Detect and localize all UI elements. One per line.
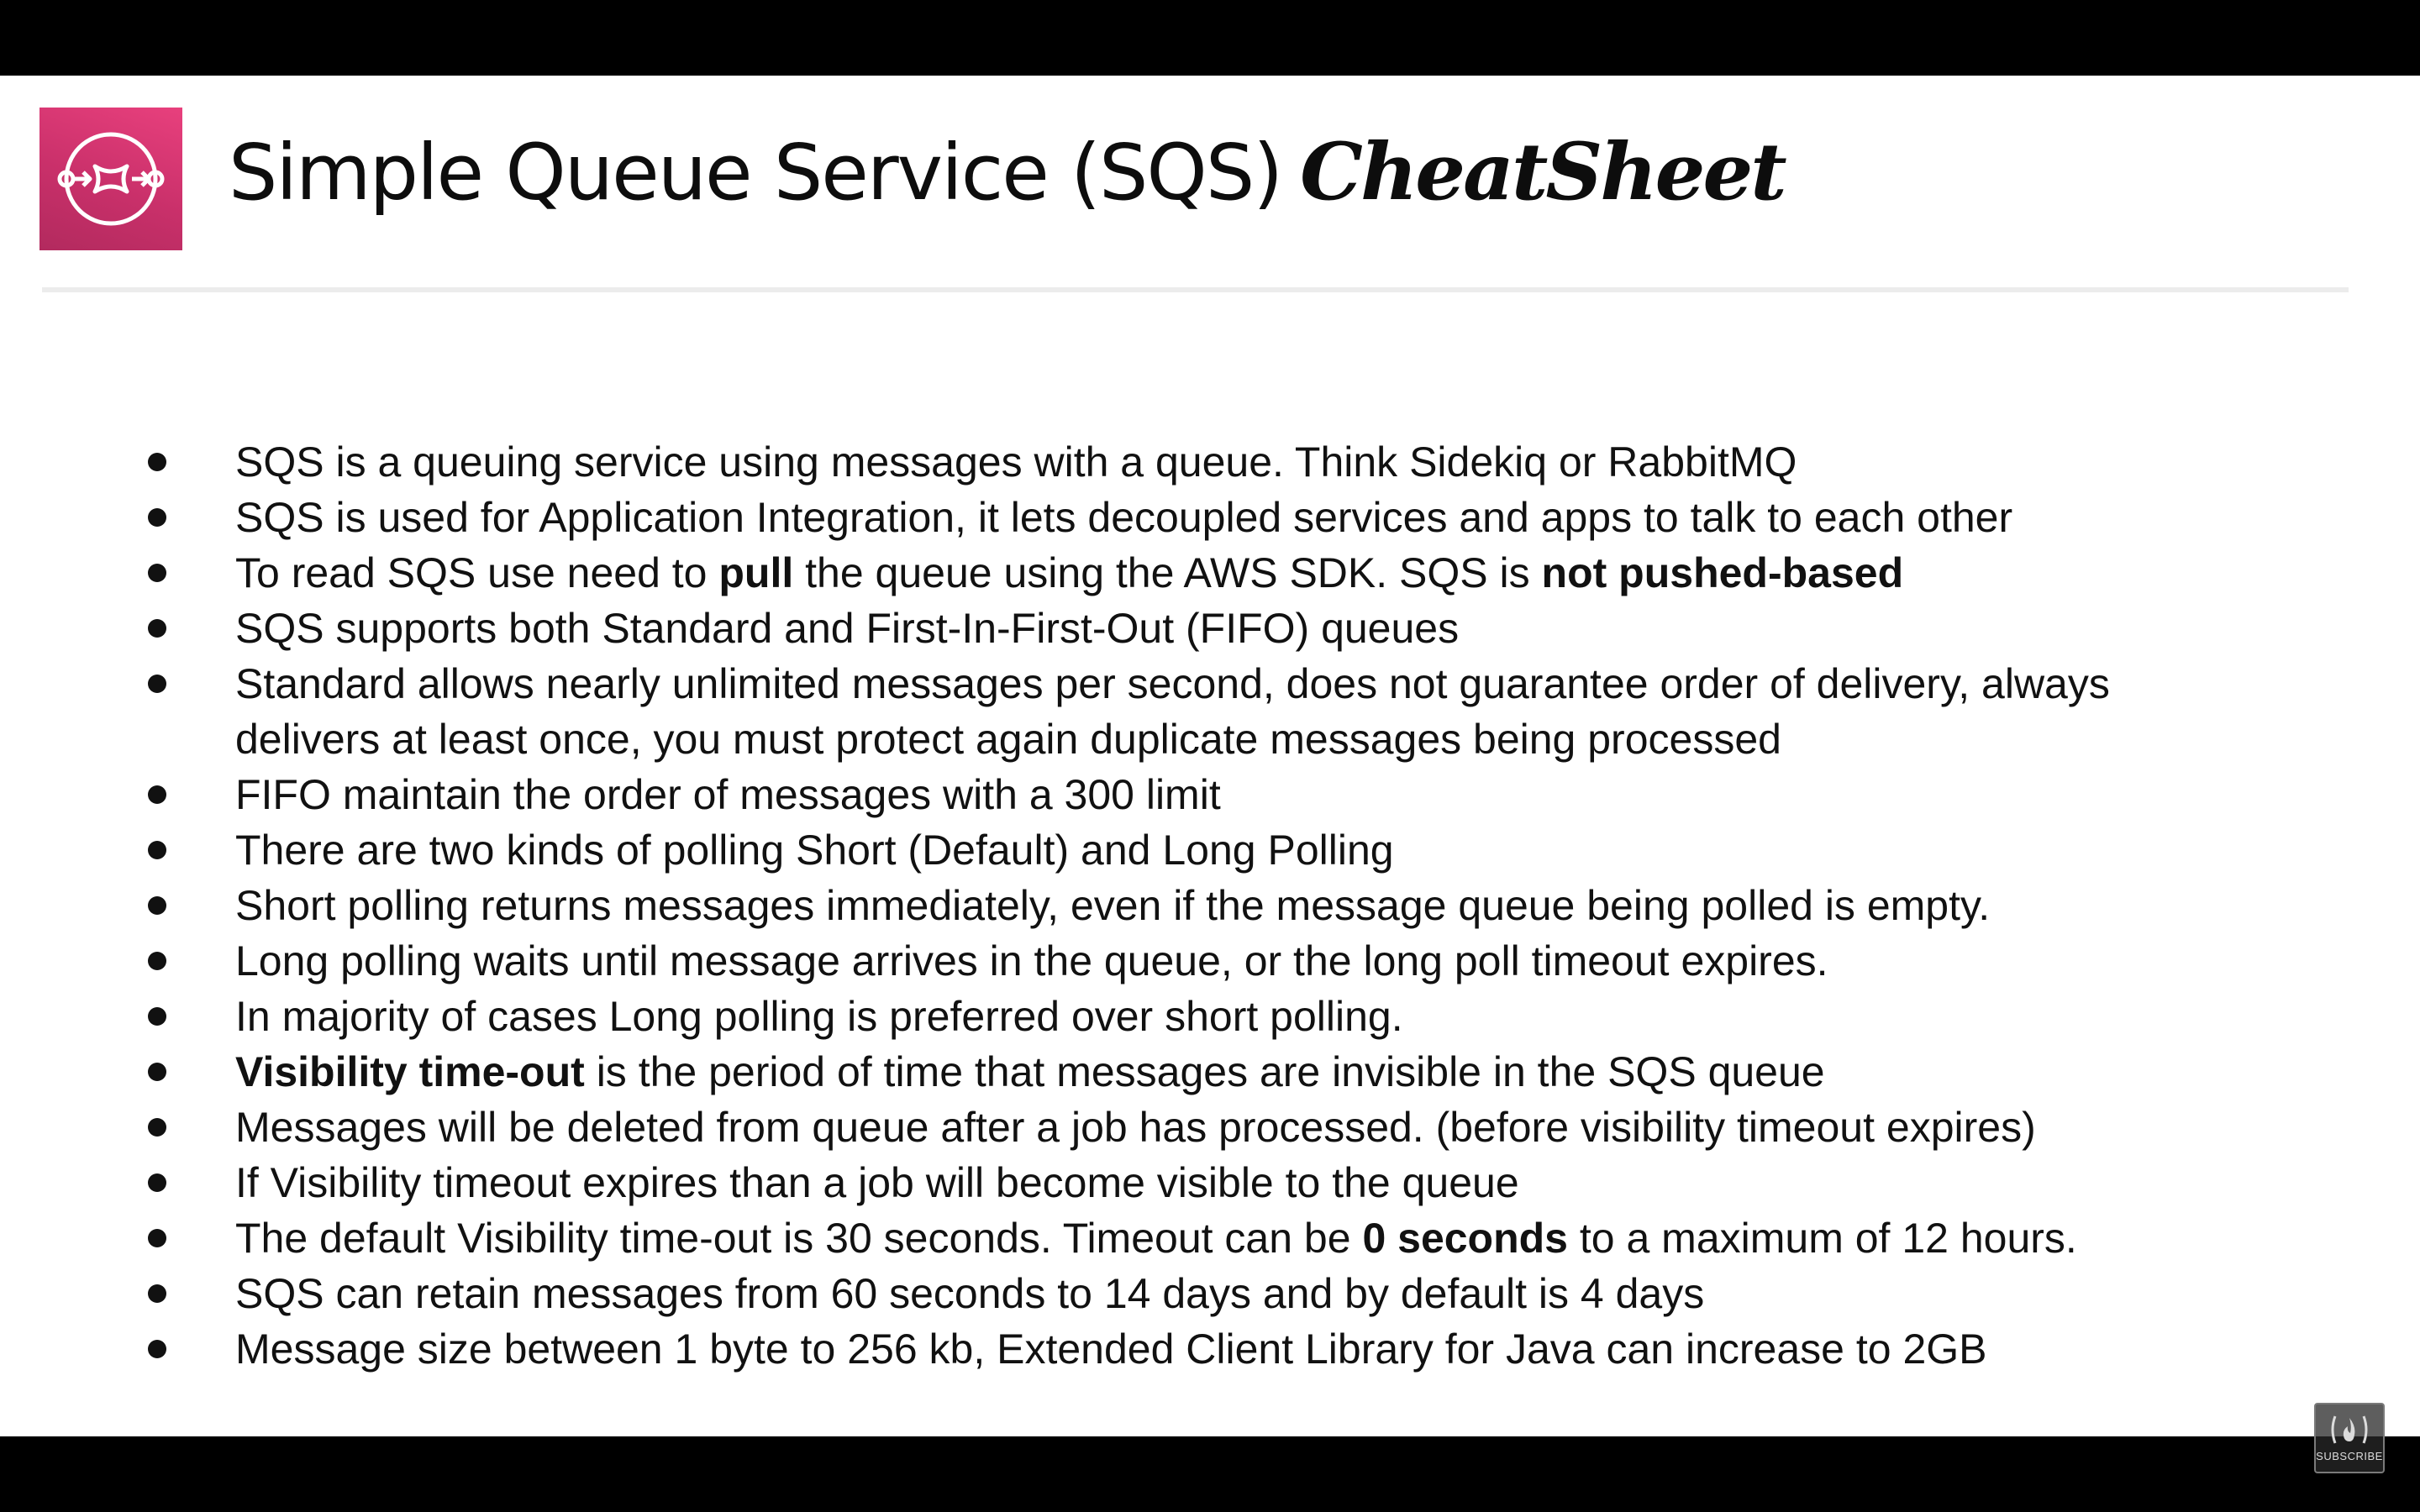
bullet-text: Standard allows nearly unlimited message… xyxy=(235,660,2110,763)
bullet-item: To read SQS use need to pull the queue u… xyxy=(148,545,2319,601)
bullet-item: If Visibility timeout expires than a job… xyxy=(148,1155,2319,1210)
bullet-dot xyxy=(148,564,166,582)
sqs-logo xyxy=(39,108,182,250)
bullet-text: There are two kinds of polling Short (De… xyxy=(235,827,1394,874)
slide: Simple Queue Service (SQS) CheatSheet SQ… xyxy=(0,76,2420,1436)
bullet-item: The default Visibility time-out is 30 se… xyxy=(148,1210,2319,1266)
bullet-dot xyxy=(148,1340,166,1358)
title-main: Simple Queue Service (SQS) xyxy=(229,128,1283,218)
bullet-text: Long polling waits until message arrives… xyxy=(235,937,1828,984)
bullet-dot xyxy=(148,1118,166,1137)
bullet-dot xyxy=(148,619,166,638)
letterbox-top xyxy=(0,0,2420,76)
bullet-dot xyxy=(148,1007,166,1026)
bullet-emphasis: 0 seconds xyxy=(1362,1215,1568,1262)
bullet-text: Message size between 1 byte to 256 kb, E… xyxy=(235,1326,1987,1373)
bullet-text: SQS can retain messages from 60 seconds … xyxy=(235,1270,1705,1317)
bullet-text: In majority of cases Long polling is pre… xyxy=(235,993,1403,1040)
bullet-text: Messages will be deleted from queue afte… xyxy=(235,1104,2036,1151)
bullet-dot xyxy=(148,675,166,693)
bullet-text: is the period of time that messages are … xyxy=(584,1048,1825,1095)
subscribe-button[interactable]: SUBSCRIBE xyxy=(2314,1403,2385,1473)
bullet-text: SQS is a queuing service using messages … xyxy=(235,438,1797,486)
bullet-item: Standard allows nearly unlimited message… xyxy=(148,656,2168,767)
bullet-item: Messages will be deleted from queue afte… xyxy=(148,1100,2319,1155)
bullet-item: There are two kinds of polling Short (De… xyxy=(148,822,2319,878)
letterbox-bottom xyxy=(0,1436,2420,1512)
bullet-item: Long polling waits until message arrives… xyxy=(148,933,2319,989)
bullet-item: SQS is a queuing service using messages … xyxy=(148,434,2319,490)
bullet-dot xyxy=(148,1284,166,1303)
bullet-dot xyxy=(148,785,166,804)
bullet-text: To read SQS use need to xyxy=(235,549,719,596)
bullet-item: SQS is used for Application Integration,… xyxy=(148,490,2319,545)
bullet-dot xyxy=(148,1173,166,1192)
bullet-dot xyxy=(148,1063,166,1081)
bullet-item: SQS supports both Standard and First-In-… xyxy=(148,601,2319,656)
bullet-item: In majority of cases Long polling is pre… xyxy=(148,989,2319,1044)
bullet-text: SQS is used for Application Integration,… xyxy=(235,494,2013,541)
page-title: Simple Queue Service (SQS) CheatSheet xyxy=(229,126,1787,235)
flame-icon xyxy=(2331,1415,2368,1444)
bullet-item: Message size between 1 byte to 256 kb, E… xyxy=(148,1321,2319,1377)
bullet-emphasis: Visibility time-out xyxy=(235,1048,585,1095)
bullet-dot xyxy=(148,841,166,859)
bullet-item: FIFO maintain the order of messages with… xyxy=(148,767,2319,822)
bullet-item: Visibility time-out is the period of tim… xyxy=(148,1044,2319,1100)
title-accent: CheatSheet xyxy=(1300,126,1787,218)
bullet-emphasis: not pushed-based xyxy=(1541,549,1904,596)
bullet-dot xyxy=(148,952,166,970)
bullet-item: SQS can retain messages from 60 seconds … xyxy=(148,1266,2319,1321)
bullet-dot xyxy=(148,1229,166,1247)
bullet-text: If Visibility timeout expires than a job… xyxy=(235,1159,1519,1206)
bullet-text: SQS supports both Standard and First-In-… xyxy=(235,605,1460,652)
bullet-dot xyxy=(148,508,166,527)
bullet-text: Short polling returns messages immediate… xyxy=(235,882,1991,929)
bullet-text: to a maximum of 12 hours. xyxy=(1568,1215,2077,1262)
title-divider xyxy=(42,287,2349,292)
bullet-text: The default Visibility time-out is 30 se… xyxy=(235,1215,1363,1262)
bullet-dot xyxy=(148,896,166,915)
bullet-dot xyxy=(148,453,166,471)
sqs-queue-icon xyxy=(57,132,165,226)
bullet-emphasis: pull xyxy=(718,549,794,596)
bullet-item: Short polling returns messages immediate… xyxy=(148,878,2319,933)
subscribe-label: SUBSCRIBE xyxy=(2316,1450,2383,1462)
bullet-text: the queue using the AWS SDK. SQS is xyxy=(793,549,1542,596)
bullet-text: FIFO maintain the order of messages with… xyxy=(235,771,1221,818)
